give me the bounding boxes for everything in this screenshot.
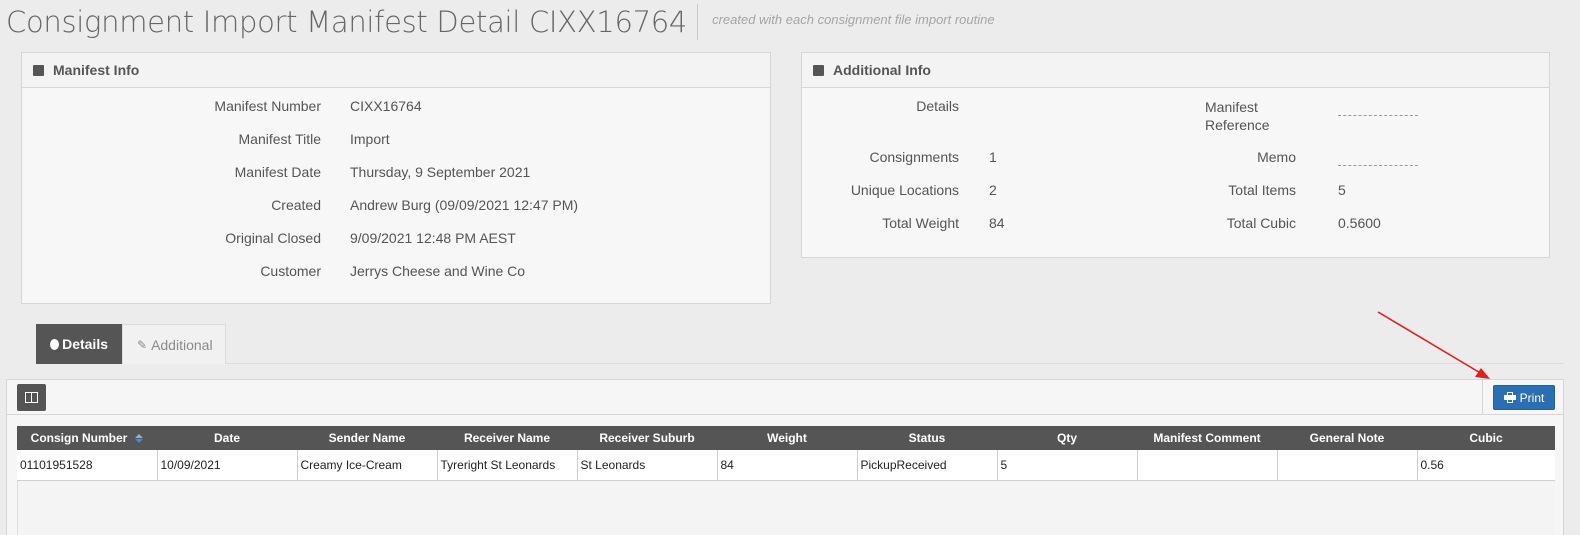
- details-label: Details: [916, 98, 959, 114]
- page-subtitle: created with each consignment file impor…: [712, 11, 995, 27]
- additional-info-title: Additional Info: [833, 62, 931, 78]
- customer-label: Customer: [260, 263, 321, 279]
- column-header-consign-number[interactable]: Consign Number: [17, 426, 157, 450]
- table-row[interactable]: 01101951528 10/09/2021 Creamy Ice-Cream …: [17, 450, 1555, 481]
- manifest-info-header: Manifest Info: [22, 53, 770, 88]
- total-cubic-label: Total Cubic: [1226, 215, 1296, 231]
- sort-icon[interactable]: [135, 433, 144, 444]
- manifest-date-label: Manifest Date: [234, 164, 321, 180]
- cell-date: 10/09/2021: [157, 450, 298, 481]
- manifest-reference-label: Manifest Reference: [1205, 99, 1270, 133]
- manifest-info-title: Manifest Info: [53, 62, 140, 78]
- total-weight-value: 84: [989, 215, 1005, 231]
- page-header: Consignment Import Manifest Detail CIXX1…: [6, 2, 995, 42]
- manifest-title-label: Manifest Title: [238, 131, 321, 147]
- cell-receiver-suburb: St Leonards: [577, 450, 718, 481]
- columns-icon: [25, 392, 38, 403]
- table-header-row: Consign Number Date Sender Name Receiver…: [17, 426, 1555, 450]
- column-header-status[interactable]: Status: [857, 426, 997, 450]
- page-title: Consignment Import Manifest Detail CIXX1…: [6, 4, 699, 40]
- total-cubic-value: 0.5600: [1338, 215, 1381, 231]
- tab-details-label: Details: [62, 336, 108, 352]
- additional-info-panel: Additional Info Details Consignments 1 U…: [801, 52, 1550, 258]
- manifest-date-value: Thursday, 9 September 2021: [350, 164, 531, 180]
- total-items-value: 5: [1338, 182, 1346, 198]
- printer-icon: [1503, 392, 1516, 403]
- cell-status: PickupReceived: [857, 450, 998, 481]
- circle-icon: [50, 338, 60, 350]
- column-header-qty[interactable]: Qty: [997, 426, 1137, 450]
- pencil-icon: ✎: [137, 337, 148, 352]
- column-header-receiver-suburb[interactable]: Receiver Suburb: [577, 426, 717, 450]
- consignments-value: 1: [989, 149, 997, 165]
- manifest-number-value: CIXX16764: [350, 98, 422, 114]
- column-header-general-note[interactable]: General Note: [1277, 426, 1417, 450]
- total-items-label: Total Items: [1228, 182, 1296, 198]
- additional-info-header: Additional Info: [802, 53, 1549, 88]
- cell-receiver-name: Tyreright St Leonards: [437, 450, 578, 481]
- unique-locations-value: 2: [989, 182, 997, 198]
- cell-general-note: [1277, 450, 1418, 481]
- cell-manifest-comment: [1137, 450, 1278, 481]
- created-label: Created: [271, 197, 321, 213]
- consignment-table: Consign Number Date Sender Name Receiver…: [17, 426, 1555, 481]
- column-toggle-button[interactable]: [17, 384, 46, 411]
- cell-consign-number[interactable]: 01101951528: [17, 450, 158, 481]
- print-button-label: Print: [1519, 390, 1545, 405]
- column-header-cubic[interactable]: Cubic: [1417, 426, 1555, 450]
- cell-qty: 5: [997, 450, 1138, 481]
- consignments-label: Consignments: [869, 149, 960, 165]
- memo-field[interactable]: [1338, 165, 1418, 166]
- manifest-info-panel: Manifest Info Manifest Number CIXX16764 …: [21, 52, 771, 304]
- grid-toolbar: Print: [7, 380, 1563, 415]
- tab-bar: Details ✎ Additional: [36, 324, 1564, 364]
- original-closed-value: 9/09/2021 12:48 PM AEST: [350, 230, 516, 246]
- square-icon: [813, 64, 824, 76]
- tab-details[interactable]: Details: [36, 324, 122, 364]
- unique-locations-label: Unique Locations: [850, 182, 959, 198]
- cell-sender-name: Creamy Ice-Cream: [297, 450, 438, 481]
- column-header-date[interactable]: Date: [157, 426, 297, 450]
- created-value: Andrew Burg (09/09/2021 12:47 PM): [350, 197, 579, 213]
- square-icon: [33, 64, 44, 76]
- total-weight-label: Total Weight: [882, 215, 959, 231]
- grid-empty-area: [17, 481, 1555, 535]
- original-closed-label: Original Closed: [225, 230, 321, 246]
- toolbar-divider: [1482, 380, 1483, 414]
- column-header-receiver-name[interactable]: Receiver Name: [437, 426, 577, 450]
- tab-additional[interactable]: ✎ Additional: [122, 324, 226, 364]
- cell-cubic: 0.56: [1417, 450, 1555, 481]
- column-header-sender-name[interactable]: Sender Name: [297, 426, 437, 450]
- cell-weight: 84: [717, 450, 858, 481]
- customer-value: Jerrys Cheese and Wine Co: [350, 263, 526, 279]
- column-header-weight[interactable]: Weight: [717, 426, 857, 450]
- manifest-title-value: Import: [350, 131, 390, 147]
- memo-label: Memo: [1257, 149, 1296, 165]
- print-button[interactable]: Print: [1493, 385, 1555, 410]
- grid-panel: Print Consign Number Date Sender Name Re…: [6, 379, 1564, 535]
- manifest-reference-field[interactable]: [1338, 115, 1418, 116]
- tab-additional-label: Additional: [151, 336, 213, 353]
- manifest-number-label: Manifest Number: [214, 98, 321, 114]
- column-header-manifest-comment[interactable]: Manifest Comment: [1137, 426, 1277, 450]
